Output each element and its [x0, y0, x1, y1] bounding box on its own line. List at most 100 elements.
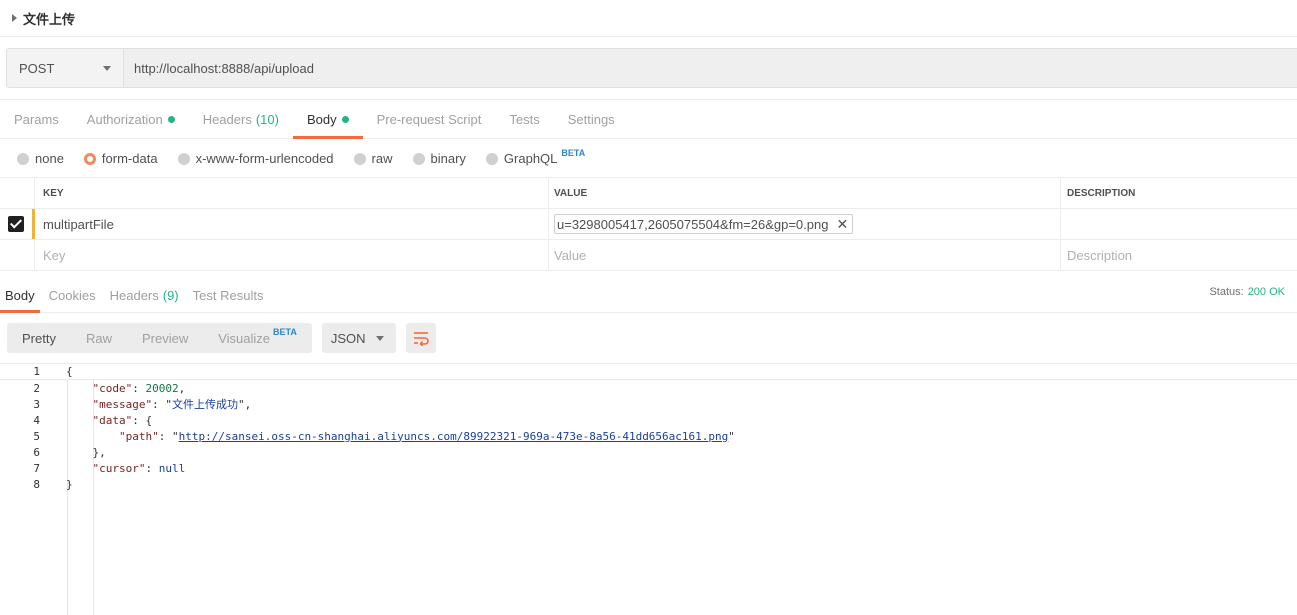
- line-number: 4: [33, 413, 40, 427]
- code-line: 8}: [0, 476, 1297, 492]
- description-input[interactable]: Description: [1061, 240, 1297, 270]
- code-line: 3 "message": "文件上传成功",: [0, 396, 1297, 412]
- response-tab-body[interactable]: Body: [0, 278, 40, 313]
- tab-count: (9): [162, 287, 179, 303]
- radio-icon: [83, 152, 96, 165]
- url-row: POST http://localhost:8888/api/upload: [6, 48, 1297, 88]
- form-data-table: KEY VALUE DESCRIPTION multipartFile u=32…: [0, 178, 1297, 271]
- line-number: 1: [33, 365, 40, 378]
- status-dot-icon: [341, 115, 349, 123]
- code-line: 2 "code": 20002,: [0, 380, 1297, 396]
- table-header: KEY VALUE DESCRIPTION: [0, 178, 1297, 209]
- radio-icon: [17, 152, 29, 165]
- view-raw-button[interactable]: Raw: [71, 323, 127, 353]
- response-body-editor[interactable]: 1{2 "code": 20002, 3 "message": "文件上传成功",…: [0, 363, 1297, 615]
- status-badge: 200 OK: [1247, 286, 1285, 298]
- table-row: Key Value Description: [0, 240, 1297, 271]
- caret-right-icon[interactable]: [12, 14, 17, 22]
- radio-icon: [177, 152, 190, 165]
- tab-label: Cookies: [48, 287, 96, 303]
- code-line: 7 "cursor": null: [0, 460, 1297, 476]
- file-chip: u=3298005417,2605075504&fm=26&gp=0.png ✕: [554, 214, 854, 234]
- description-cell[interactable]: [1061, 209, 1297, 239]
- code-text: "cursor": null: [92, 461, 186, 475]
- row-enabled-checkbox[interactable]: [8, 216, 24, 232]
- body-type-label: form-data: [101, 151, 158, 166]
- url-input[interactable]: http://localhost:8888/api/upload: [124, 48, 1297, 88]
- view-label: Preview: [141, 330, 189, 346]
- response-tabs: Body Cookies Headers (9) Test Results Status…: [0, 278, 1297, 313]
- beta-badge: BETA: [273, 327, 297, 337]
- code-text: "message": "文件上传成功",: [92, 398, 252, 411]
- request-tabs: Params Authorization Headers (10) Body Pre-re…: [0, 99, 1297, 139]
- tab-label: Authorization: [86, 111, 163, 127]
- key-input[interactable]: Key: [35, 240, 549, 270]
- response-status: Status: 200 OK: [1209, 286, 1285, 298]
- response-tab-headers[interactable]: Headers (9): [105, 278, 184, 312]
- radio-icon: [353, 152, 366, 165]
- tab-count: (10): [255, 111, 279, 127]
- body-type-label: none: [35, 151, 64, 166]
- response-tab-cookies[interactable]: Cookies: [44, 278, 101, 312]
- tab-pre-request-script[interactable]: Pre-request Script: [363, 100, 496, 138]
- method-value: POST: [19, 60, 55, 76]
- tab-label: Settings: [567, 111, 615, 127]
- body-type-options: none form-data x-www-form-urlencoded raw bin…: [0, 140, 1297, 178]
- body-type-label: binary: [430, 151, 466, 166]
- body-type-form-data[interactable]: form-data: [83, 151, 158, 166]
- code-text: "path": "http://sansei.oss-cn-shanghai.a…: [118, 429, 735, 443]
- key-cell[interactable]: multipartFile: [35, 209, 549, 239]
- line-number: 5: [33, 429, 40, 443]
- view-pretty-button[interactable]: Pretty: [7, 323, 71, 353]
- wrap-lines-icon: [413, 332, 429, 346]
- view-preview-button[interactable]: Preview: [127, 323, 203, 353]
- view-label: Pretty: [22, 330, 56, 346]
- code-text: {: [66, 365, 73, 378]
- tab-settings[interactable]: Settings: [554, 100, 629, 138]
- value-cell[interactable]: u=3298005417,2605075504&fm=26&gp=0.png ✕: [549, 209, 1061, 239]
- format-value: JSON: [330, 330, 366, 346]
- code-line: 6 },: [0, 444, 1297, 460]
- status-dot-icon: [167, 115, 175, 123]
- url-value: http://localhost:8888/api/upload: [134, 60, 314, 76]
- line-number: 6: [33, 445, 40, 459]
- tab-label: Body: [5, 287, 35, 303]
- tab-label: Tests: [509, 111, 540, 127]
- format-select[interactable]: JSON: [321, 323, 396, 353]
- status-label: Status:: [1209, 286, 1244, 298]
- table-row: multipartFile u=3298005417,2605075504&fm…: [0, 209, 1297, 240]
- tab-params[interactable]: Params: [0, 100, 73, 138]
- code-text: },: [66, 445, 106, 459]
- tab-body[interactable]: Body: [292, 100, 363, 139]
- body-type-raw[interactable]: raw: [353, 151, 393, 166]
- chevron-down-icon: [103, 66, 111, 71]
- view-label: Raw: [85, 330, 112, 346]
- code-line: 1{: [0, 364, 1297, 380]
- code-text: }: [66, 477, 73, 491]
- body-type-x-www-form-urlencoded[interactable]: x-www-form-urlencoded: [177, 151, 334, 166]
- close-icon[interactable]: ✕: [836, 216, 848, 233]
- view-visualize-button[interactable]: Visualize BETA: [203, 323, 312, 353]
- value-column-header: VALUE: [549, 178, 1061, 208]
- tab-authorization[interactable]: Authorization: [73, 100, 189, 138]
- beta-badge: BETA: [561, 147, 586, 158]
- method-select[interactable]: POST: [6, 48, 124, 88]
- body-type-none[interactable]: none: [17, 151, 64, 166]
- value-input[interactable]: Value: [549, 240, 1061, 270]
- body-type-binary[interactable]: binary: [412, 151, 466, 166]
- request-name[interactable]: 文件上传: [23, 9, 75, 28]
- body-type-label: x-www-form-urlencoded: [195, 151, 334, 166]
- line-number: 3: [33, 397, 40, 411]
- wrap-lines-button[interactable]: [405, 323, 436, 353]
- body-type-label: GraphQL: [503, 151, 558, 166]
- tab-label: Pre-request Script: [376, 111, 482, 127]
- code-line: 4 "data": {: [0, 412, 1297, 428]
- chevron-down-icon: [375, 336, 384, 341]
- view-mode-group: Pretty Raw Preview Visualize BETA: [7, 323, 312, 353]
- view-label: Visualize: [218, 330, 271, 346]
- tab-tests[interactable]: Tests: [495, 100, 553, 138]
- response-tab-test-results[interactable]: Test Results: [188, 278, 269, 312]
- line-number: 7: [33, 461, 40, 475]
- body-type-graphql[interactable]: GraphQL BETA: [485, 147, 586, 166]
- tab-headers[interactable]: Headers (10): [189, 100, 293, 138]
